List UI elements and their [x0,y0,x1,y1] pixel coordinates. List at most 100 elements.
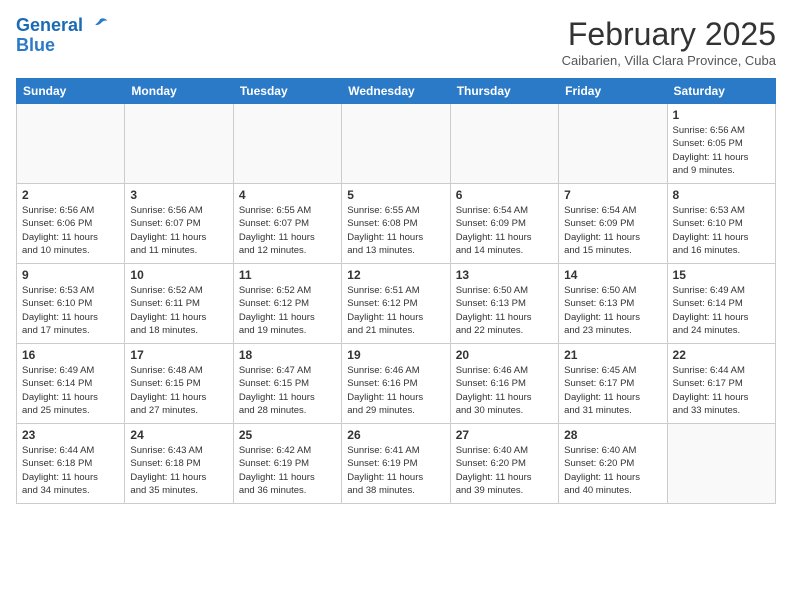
day-number: 27 [456,428,553,442]
weekday-header-wednesday: Wednesday [342,79,450,104]
day-number: 26 [347,428,444,442]
page-header: General Blue February 2025 Caibarien, Vi… [16,16,776,68]
day-info: Sunrise: 6:52 AM Sunset: 6:12 PM Dayligh… [239,284,336,337]
day-info: Sunrise: 6:55 AM Sunset: 6:07 PM Dayligh… [239,204,336,257]
day-info: Sunrise: 6:49 AM Sunset: 6:14 PM Dayligh… [22,364,119,417]
day-info: Sunrise: 6:56 AM Sunset: 6:05 PM Dayligh… [673,124,770,177]
day-number: 9 [22,268,119,282]
weekday-header-tuesday: Tuesday [233,79,341,104]
calendar-cell: 16 Sunrise: 6:49 AM Sunset: 6:14 PM Dayli… [17,344,125,424]
day-number: 10 [130,268,227,282]
day-number: 19 [347,348,444,362]
calendar-table: SundayMondayTuesdayWednesdayThursdayFrid… [16,78,776,504]
day-number: 16 [22,348,119,362]
day-number: 20 [456,348,553,362]
day-info: Sunrise: 6:45 AM Sunset: 6:17 PM Dayligh… [564,364,661,417]
calendar-cell: 6 Sunrise: 6:54 AM Sunset: 6:09 PM Daylig… [450,184,558,264]
day-number: 3 [130,188,227,202]
week-row-4: 16 Sunrise: 6:49 AM Sunset: 6:14 PM Dayli… [17,344,776,424]
weekday-header-thursday: Thursday [450,79,558,104]
day-number: 24 [130,428,227,442]
calendar-cell: 2 Sunrise: 6:56 AM Sunset: 6:06 PM Daylig… [17,184,125,264]
day-info: Sunrise: 6:47 AM Sunset: 6:15 PM Dayligh… [239,364,336,417]
weekday-header-friday: Friday [559,79,667,104]
logo-text-line2: Blue [16,36,110,56]
day-number: 17 [130,348,227,362]
calendar-cell: 11 Sunrise: 6:52 AM Sunset: 6:12 PM Dayli… [233,264,341,344]
calendar-cell: 15Sunrise: 6:49 AM Sunset: 6:14 PM Dayli… [667,264,775,344]
day-number: 2 [22,188,119,202]
calendar-cell: 10 Sunrise: 6:52 AM Sunset: 6:11 PM Dayli… [125,264,233,344]
day-info: Sunrise: 6:46 AM Sunset: 6:16 PM Dayligh… [347,364,444,417]
calendar-cell: 17 Sunrise: 6:48 AM Sunset: 6:15 PM Dayli… [125,344,233,424]
day-number: 8 [673,188,770,202]
calendar-cell: 25 Sunrise: 6:42 AM Sunset: 6:19 PM Dayli… [233,424,341,504]
day-info: Sunrise: 6:53 AM Sunset: 6:10 PM Dayligh… [22,284,119,337]
calendar-cell: 26 Sunrise: 6:41 AM Sunset: 6:19 PM Dayli… [342,424,450,504]
calendar-cell: 1 Sunrise: 6:56 AM Sunset: 6:05 PM Daylig… [667,104,775,184]
day-info: Sunrise: 6:41 AM Sunset: 6:19 PM Dayligh… [347,444,444,497]
calendar-cell [667,424,775,504]
calendar-cell: 7 Sunrise: 6:54 AM Sunset: 6:09 PM Daylig… [559,184,667,264]
calendar-cell: 12 Sunrise: 6:51 AM Sunset: 6:12 PM Dayli… [342,264,450,344]
calendar-cell: 27 Sunrise: 6:40 AM Sunset: 6:20 PM Dayli… [450,424,558,504]
day-info: Sunrise: 6:44 AM Sunset: 6:17 PM Dayligh… [673,364,770,417]
day-info: Sunrise: 6:44 AM Sunset: 6:18 PM Dayligh… [22,444,119,497]
calendar-cell [125,104,233,184]
day-info: Sunrise: 6:56 AM Sunset: 6:07 PM Dayligh… [130,204,227,257]
day-number: 6 [456,188,553,202]
weekday-header-saturday: Saturday [667,79,775,104]
logo: General Blue [16,16,110,56]
calendar-cell: 18 Sunrise: 6:47 AM Sunset: 6:15 PM Dayli… [233,344,341,424]
day-number: 13 [456,268,553,282]
day-number: 4 [239,188,336,202]
day-info: Sunrise: 6:48 AM Sunset: 6:15 PM Dayligh… [130,364,227,417]
day-number: 1 [673,108,770,122]
day-number: 28 [564,428,661,442]
day-info: Sunrise: 6:54 AM Sunset: 6:09 PM Dayligh… [456,204,553,257]
day-info: Sunrise: 6:54 AM Sunset: 6:09 PM Dayligh… [564,204,661,257]
calendar-cell: 13 Sunrise: 6:50 AM Sunset: 6:13 PM Dayli… [450,264,558,344]
calendar-cell: 21Sunrise: 6:45 AM Sunset: 6:17 PM Dayli… [559,344,667,424]
calendar-cell: 14Sunrise: 6:50 AM Sunset: 6:13 PM Dayli… [559,264,667,344]
calendar-cell: 24 Sunrise: 6:43 AM Sunset: 6:18 PM Dayli… [125,424,233,504]
calendar-cell [559,104,667,184]
day-number: 11 [239,268,336,282]
day-info: Sunrise: 6:53 AM Sunset: 6:10 PM Dayligh… [673,204,770,257]
day-number: 23 [22,428,119,442]
day-info: Sunrise: 6:40 AM Sunset: 6:20 PM Dayligh… [456,444,553,497]
weekday-header-row: SundayMondayTuesdayWednesdayThursdayFrid… [17,79,776,104]
week-row-1: 1 Sunrise: 6:56 AM Sunset: 6:05 PM Daylig… [17,104,776,184]
day-number: 22 [673,348,770,362]
day-info: Sunrise: 6:50 AM Sunset: 6:13 PM Dayligh… [564,284,661,337]
day-number: 18 [239,348,336,362]
day-number: 12 [347,268,444,282]
day-info: Sunrise: 6:46 AM Sunset: 6:16 PM Dayligh… [456,364,553,417]
calendar-cell: 23 Sunrise: 6:44 AM Sunset: 6:18 PM Dayli… [17,424,125,504]
calendar-cell: 22 Sunrise: 6:44 AM Sunset: 6:17 PM Dayli… [667,344,775,424]
calendar-cell: 28 Sunrise: 6:40 AM Sunset: 6:20 PM Dayli… [559,424,667,504]
day-info: Sunrise: 6:50 AM Sunset: 6:13 PM Dayligh… [456,284,553,337]
logo-text-line1: General [16,15,83,35]
calendar-cell [17,104,125,184]
day-info: Sunrise: 6:49 AM Sunset: 6:14 PM Dayligh… [673,284,770,337]
week-row-3: 9 Sunrise: 6:53 AM Sunset: 6:10 PM Daylig… [17,264,776,344]
weekday-header-sunday: Sunday [17,79,125,104]
day-number: 5 [347,188,444,202]
day-number: 7 [564,188,661,202]
day-info: Sunrise: 6:55 AM Sunset: 6:08 PM Dayligh… [347,204,444,257]
day-info: Sunrise: 6:52 AM Sunset: 6:11 PM Dayligh… [130,284,227,337]
day-info: Sunrise: 6:51 AM Sunset: 6:12 PM Dayligh… [347,284,444,337]
week-row-5: 23 Sunrise: 6:44 AM Sunset: 6:18 PM Dayli… [17,424,776,504]
calendar-cell [450,104,558,184]
calendar-cell [342,104,450,184]
day-info: Sunrise: 6:40 AM Sunset: 6:20 PM Dayligh… [564,444,661,497]
day-info: Sunrise: 6:43 AM Sunset: 6:18 PM Dayligh… [130,444,227,497]
day-info: Sunrise: 6:56 AM Sunset: 6:06 PM Dayligh… [22,204,119,257]
calendar-cell: 9 Sunrise: 6:53 AM Sunset: 6:10 PM Daylig… [17,264,125,344]
day-number: 25 [239,428,336,442]
calendar-cell: 8 Sunrise: 6:53 AM Sunset: 6:10 PM Daylig… [667,184,775,264]
calendar-cell: 20 Sunrise: 6:46 AM Sunset: 6:16 PM Dayli… [450,344,558,424]
weekday-header-monday: Monday [125,79,233,104]
day-info: Sunrise: 6:42 AM Sunset: 6:19 PM Dayligh… [239,444,336,497]
